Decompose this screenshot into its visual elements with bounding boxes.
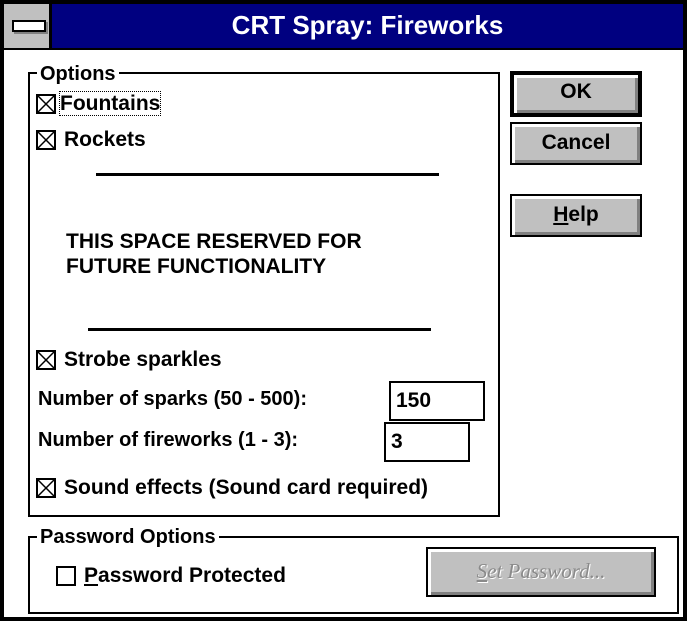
sparks-count-input[interactable]: 150: [389, 381, 485, 421]
divider-top: [96, 173, 439, 176]
window-title: CRT Spray: Fireworks: [231, 10, 504, 40]
password-options-label: Password Options: [37, 526, 219, 548]
system-menu-icon: [12, 20, 46, 32]
rockets-label: Rockets: [64, 128, 146, 152]
help-button[interactable]: Help: [510, 194, 642, 237]
ok-button[interactable]: OK: [510, 71, 642, 117]
checkbox-checked-icon: [36, 478, 56, 499]
checkbox-unchecked-icon: [56, 566, 76, 587]
strobe-sparkles-checkbox[interactable]: Strobe sparkles: [36, 347, 222, 373]
fireworks-count-input[interactable]: 3: [384, 422, 470, 462]
strobe-sparkles-label: Strobe sparkles: [64, 348, 222, 372]
reserved-text: THIS SPACE RESERVED FOR FUTURE FUNCTIONA…: [66, 229, 362, 279]
reserved-line-2: FUTURE FUNCTIONALITY: [66, 255, 327, 278]
options-group-label: Options: [37, 63, 119, 85]
set-password-button: Set Password...: [426, 547, 656, 597]
system-menu-button[interactable]: [4, 4, 52, 48]
cancel-button[interactable]: Cancel: [510, 122, 642, 165]
fountains-checkbox[interactable]: Fountains: [36, 91, 162, 117]
password-protected-accelerator: P: [84, 564, 99, 588]
checkbox-checked-icon: [36, 350, 56, 371]
title-bar: CRT Spray: Fireworks: [0, 0, 687, 50]
rockets-checkbox[interactable]: Rockets: [36, 127, 146, 153]
help-accelerator: H: [553, 203, 569, 226]
set-password-accelerator: S: [476, 559, 488, 583]
help-label: elp: [568, 203, 599, 226]
sparks-count-label: Number of sparks (50 - 500):: [38, 388, 307, 410]
checkbox-checked-icon: [36, 94, 56, 115]
sound-effects-checkbox[interactable]: Sound effects (Sound card required): [36, 475, 428, 501]
divider-bottom: [88, 328, 431, 331]
reserved-line-1: THIS SPACE RESERVED FOR: [66, 230, 362, 253]
fountains-label: Fountains: [58, 91, 162, 117]
checkbox-checked-icon: [36, 130, 56, 151]
password-protected-checkbox[interactable]: Password Protected: [56, 563, 286, 589]
set-password-label: et Password...: [487, 559, 606, 583]
fireworks-count-label: Number of fireworks (1 - 3):: [38, 429, 299, 451]
password-protected-label: Password Protected: [84, 564, 286, 587]
password-protected-text: assword Protected: [98, 564, 286, 588]
sound-effects-label: Sound effects (Sound card required): [64, 476, 429, 500]
